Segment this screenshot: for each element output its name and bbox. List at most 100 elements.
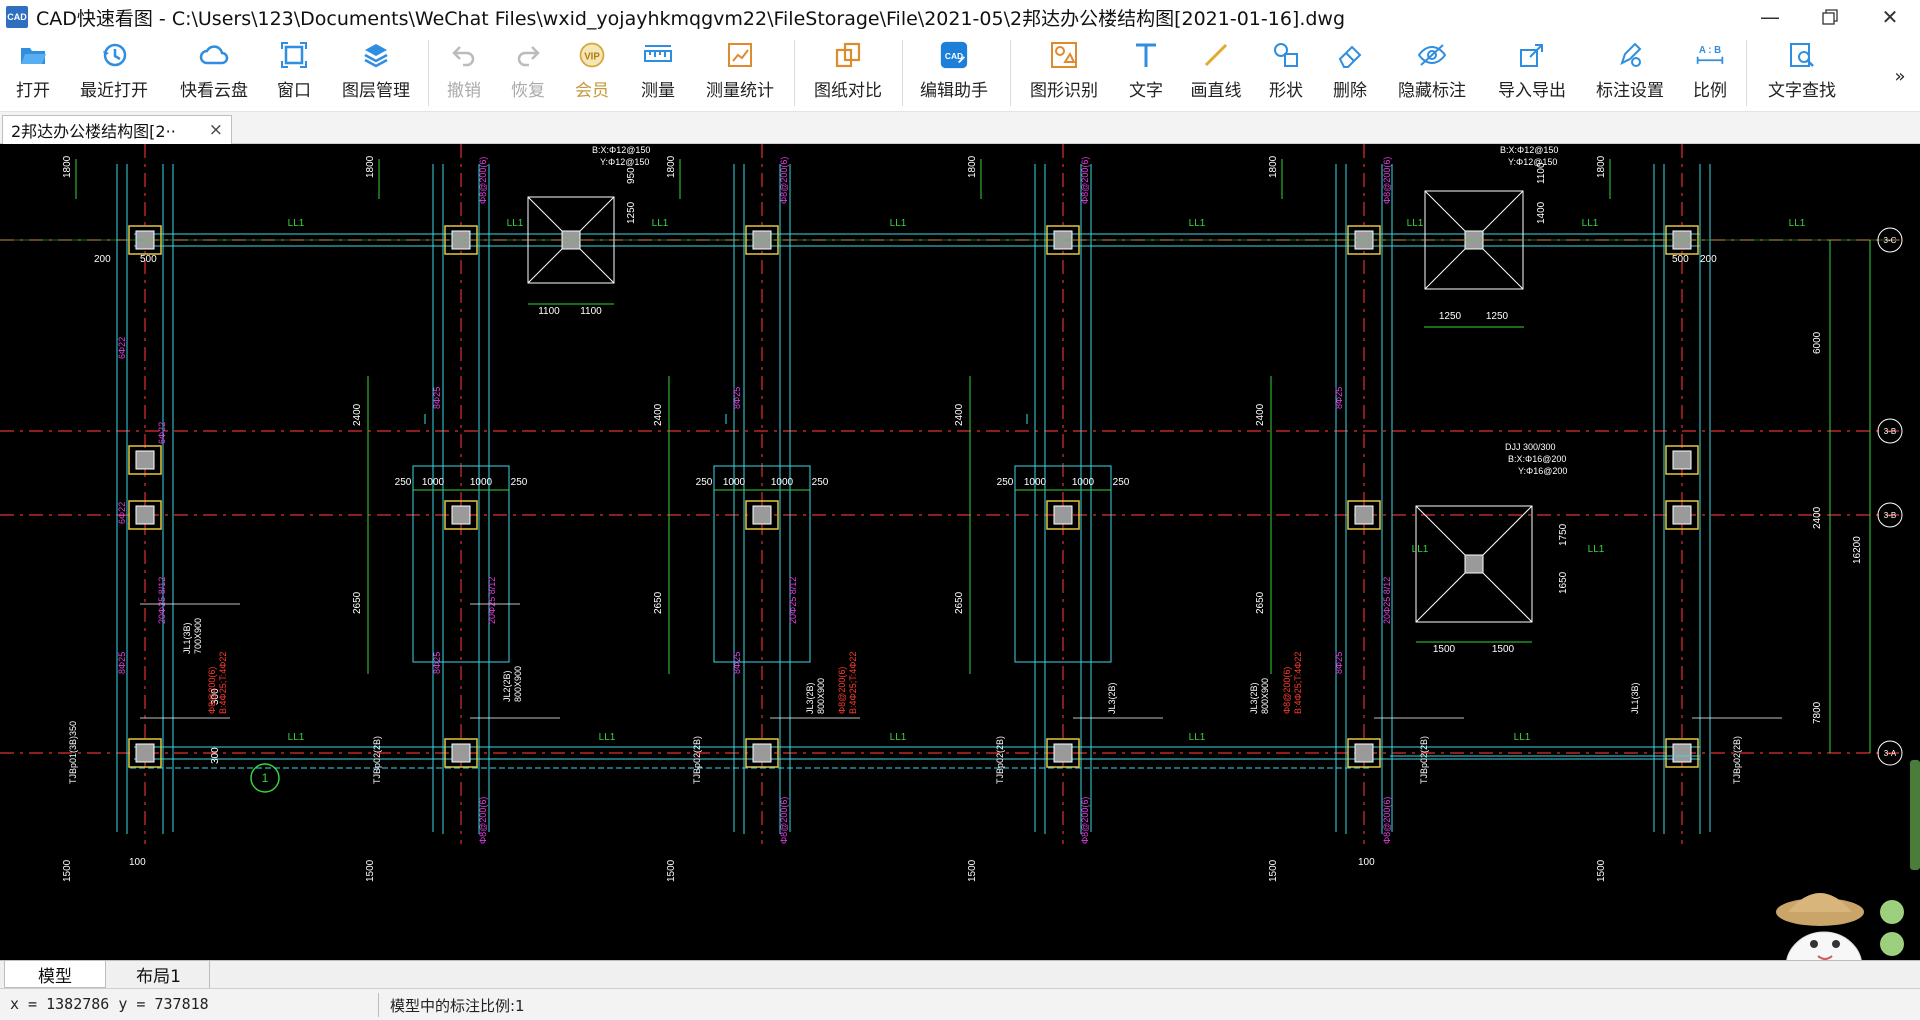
document-tab[interactable]: 2邦达办公楼结构图[2·· × — [2, 115, 232, 144]
dimension-text: 1250 — [626, 201, 637, 224]
annotation-settings-button[interactable]: 标注设置 — [1592, 40, 1668, 106]
beam-label: LL1 — [599, 732, 616, 743]
dimension-text: 1000 — [723, 477, 746, 488]
minimize-button[interactable]: — — [1740, 0, 1800, 34]
measure-button[interactable]: 测量 — [640, 40, 676, 106]
shape-recognize-button[interactable]: 图形识别 — [1026, 40, 1102, 106]
beam-callout: JL3(2B) — [805, 682, 815, 714]
column-core — [1354, 743, 1374, 763]
redo-button[interactable]: 恢复 — [510, 40, 546, 106]
dimension-text: 1000 — [470, 477, 493, 488]
shape-button[interactable]: 形状 — [1268, 40, 1304, 106]
dimension-text: 500 — [1672, 254, 1689, 265]
rebar-annotation: 20Φ25 8/12 — [487, 577, 497, 624]
dimension-text: 1800 — [365, 155, 376, 178]
tab-model-label: 模型 — [38, 966, 72, 987]
line-label: 画直线 — [1190, 81, 1242, 101]
window-icon — [279, 40, 309, 70]
layers-button[interactable]: 图层管理 — [338, 40, 414, 106]
rebar-annotation: 8Φ25 — [432, 652, 442, 674]
line-tool-icon — [1201, 40, 1231, 70]
rebar-annotation: Φ8@200(6) — [478, 797, 488, 844]
column-core — [1053, 505, 1073, 525]
toolbar-divider — [794, 40, 795, 106]
text-search-label: 文字查找 — [1768, 81, 1836, 101]
dimension-text: 250 — [1113, 477, 1130, 488]
app-logo-icon: CAD — [6, 6, 28, 28]
recent-label: 最近打开 — [80, 81, 148, 101]
window-button[interactable]: 窗口 — [276, 40, 312, 106]
toolbar-divider — [902, 40, 903, 106]
recent-button[interactable]: 最近打开 — [76, 40, 152, 106]
beam-callout: TJBp02(2B) — [372, 736, 382, 784]
line-button[interactable]: 画直线 — [1188, 40, 1244, 106]
dimension-text: 2400 — [1812, 506, 1823, 529]
toolbar-divider — [1746, 40, 1747, 106]
close-tab-icon[interactable]: × — [209, 120, 223, 140]
vip-badge-icon: VIP — [577, 40, 607, 70]
dimension-text: 1000 — [1024, 477, 1047, 488]
hide-annotations-label: 隐藏标注 — [1398, 81, 1466, 101]
undo-icon — [449, 40, 479, 70]
rebar-annotation: 8Φ25 — [1334, 652, 1344, 674]
scale-button[interactable]: A : B 比例 — [1692, 40, 1728, 106]
dimension-text: 200 — [1700, 254, 1717, 265]
drawing-canvas[interactable]: 1000 1000 250 250 1000 1000 250 250 1000 1000 250 2… — [0, 144, 1920, 960]
text-search-button[interactable]: 文字查找 — [1764, 40, 1840, 106]
rebar-annotation: 8Φ25 — [1334, 387, 1344, 409]
dimension-text: 1500 — [1492, 644, 1515, 655]
cloud-icon — [199, 40, 229, 70]
redo-icon — [513, 40, 543, 70]
maximize-button[interactable] — [1800, 0, 1860, 34]
column-core — [135, 743, 155, 763]
dimension-text: 2650 — [653, 591, 664, 614]
status-divider — [378, 993, 379, 1017]
cursor-coordinates: x = 1382786 y = 737818 — [10, 995, 209, 1013]
svg-text:A : B: A : B — [1699, 45, 1721, 56]
beam-callout: 800X900 — [513, 666, 523, 702]
rebar-annotation: 8Φ25 — [117, 652, 127, 674]
rebar-annotation: Y:Φ16@200 — [1518, 466, 1567, 476]
import-export-button[interactable]: 导入导出 — [1494, 40, 1570, 106]
scale-icon: A : B — [1695, 40, 1725, 70]
measure-stats-icon — [725, 40, 755, 70]
beam-callout: JL3(2B) — [1249, 682, 1259, 714]
rebar-annotation: 20Φ25 8/12 — [788, 577, 798, 624]
column-core — [752, 743, 772, 763]
tab-layout1[interactable]: 布局1 — [108, 961, 210, 988]
edit-helper-icon: CAD — [939, 40, 969, 70]
dimension-text: 1100 — [1536, 162, 1547, 184]
import-export-label: 导入导出 — [1498, 81, 1566, 101]
cloud-button[interactable]: 快看云盘 — [176, 40, 252, 106]
beam-label: LL1 — [288, 218, 305, 229]
measure-stats-button[interactable]: 测量统计 — [702, 40, 778, 106]
rebar-annotation: B:X:Φ16@200 — [1508, 454, 1566, 464]
vip-button[interactable]: VIP 会员 — [574, 40, 610, 106]
close-window-button[interactable]: ✕ — [1860, 0, 1920, 34]
compare-button[interactable]: 图纸对比 — [810, 40, 886, 106]
dimension-text: 1400 — [1536, 201, 1547, 224]
hide-annotations-button[interactable]: 隐藏标注 — [1394, 40, 1470, 106]
beam-label: LL1 — [288, 732, 305, 743]
more-icon: » — [1894, 66, 1906, 87]
vertical-scroll-handle[interactable] — [1910, 760, 1920, 870]
rebar-annotation: Φ8@200(6) — [1382, 797, 1392, 844]
delete-button[interactable]: 删除 — [1332, 40, 1368, 106]
dimension-text: 250 — [696, 477, 713, 488]
cloud-label: 快看云盘 — [180, 81, 248, 101]
dimension-text: 2650 — [1255, 591, 1266, 614]
edit-helper-button[interactable]: CAD 编辑助手 — [916, 40, 992, 106]
column-core — [135, 450, 155, 470]
document-tab-label: 2邦达办公楼结构图[2·· — [11, 122, 176, 141]
dimension-text: 1800 — [1268, 155, 1279, 178]
axis-label: 1 — [262, 771, 269, 785]
undo-button[interactable]: 撤销 — [446, 40, 482, 106]
beam-callout: TJBp02(2B) — [1732, 736, 1742, 784]
tab-model[interactable]: 模型 — [4, 961, 106, 988]
rebar-annotation: Φ8@200(6) — [1080, 797, 1090, 844]
column-core — [752, 505, 772, 525]
open-button[interactable]: 打开 — [12, 40, 54, 106]
text-button[interactable]: 文字 — [1128, 40, 1164, 106]
rebar-annotation: B:X:Φ12@150 — [1500, 145, 1558, 155]
history-icon — [99, 40, 129, 70]
